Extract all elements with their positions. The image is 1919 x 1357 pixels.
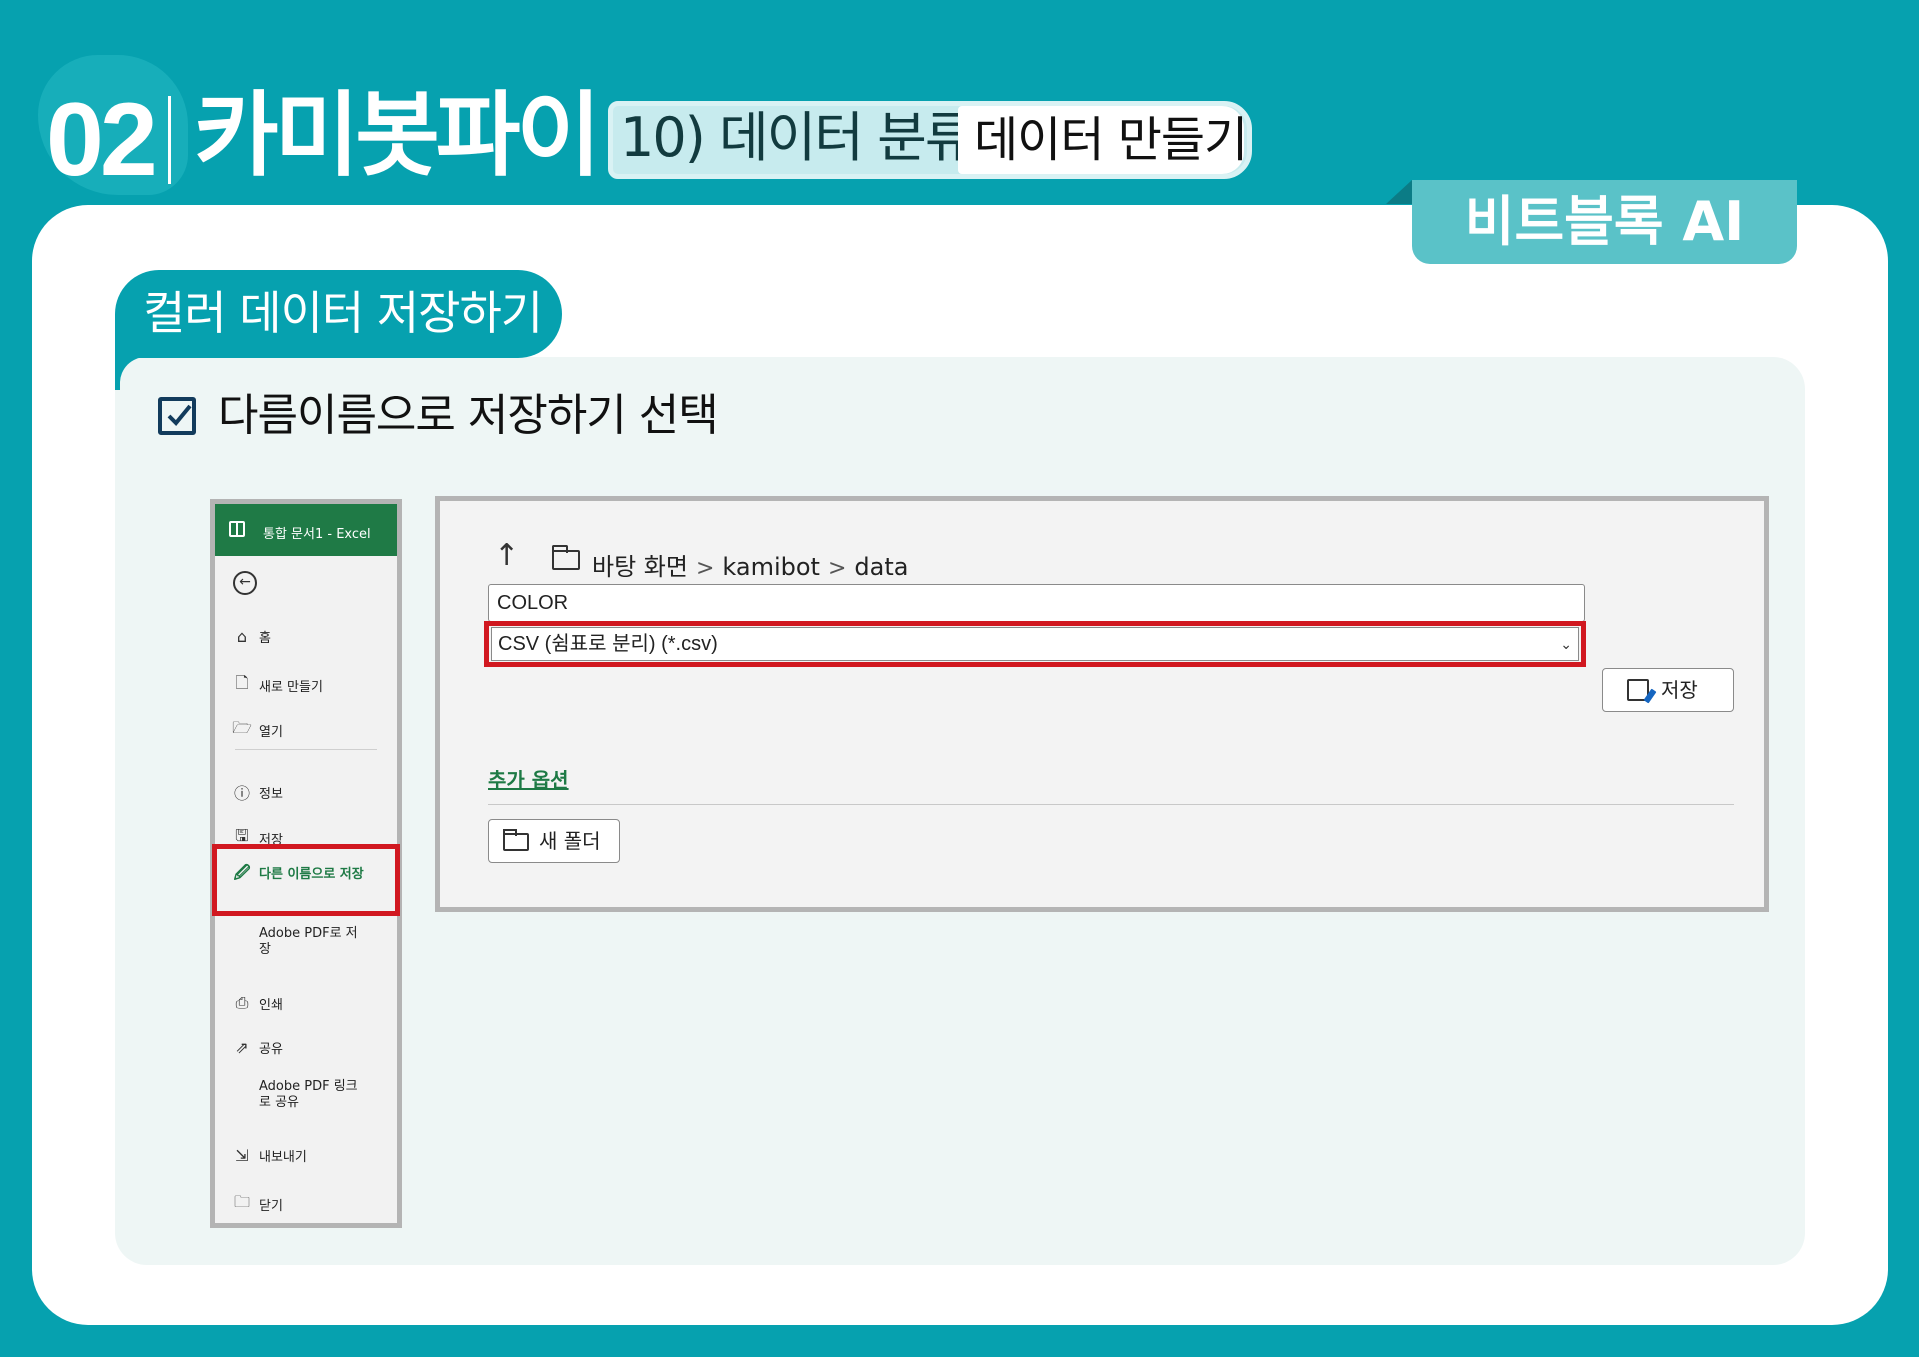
path-segment-data[interactable]: data	[854, 553, 908, 581]
checkbox-icon	[158, 397, 196, 435]
info-icon: ⓘ	[233, 784, 250, 803]
sidebar-item-label: 홈	[259, 631, 271, 646]
more-options-link[interactable]: 추가 옵션	[488, 764, 569, 793]
brand-label: 비트블록 AI	[1464, 190, 1745, 253]
path-segment-desktop[interactable]: 바탕 화면	[592, 553, 688, 581]
open-folder-icon: 🗁	[232, 718, 252, 737]
header-divider	[168, 96, 171, 184]
sidebar-item-print[interactable]: ⎙ 인쇄	[231, 993, 391, 1017]
workbook-icon	[229, 521, 245, 537]
sidebar-item-info[interactable]: ⓘ 정보	[231, 780, 391, 804]
filename-input[interactable]: COLOR	[488, 584, 1585, 622]
divider	[488, 804, 1734, 805]
save-icon	[1627, 679, 1649, 701]
save-button[interactable]: 저장	[1602, 668, 1734, 712]
back-arrow-icon[interactable]: ←	[233, 571, 257, 595]
sidebar-item-save-as[interactable]: 🖉 다른 이름으로 저장	[231, 862, 391, 886]
save-button-label: 저장	[1661, 678, 1698, 702]
path-separator: >	[827, 556, 847, 581]
sidebar-item-share-adobe-pdf-link[interactable]: Adobe PDF 링크로 공유	[231, 1079, 391, 1110]
sidebar-item-label: Adobe PDF 링크로 공유	[259, 1079, 358, 1111]
sidebar-item-close[interactable]: 🗀 닫기	[231, 1191, 391, 1215]
file-type-select[interactable]: CSV (쉼표로 분리) (*.csv) ⌄	[491, 627, 1579, 661]
folder-icon	[503, 829, 529, 851]
sidebar-item-label: 열기	[259, 725, 283, 740]
path-separator: >	[695, 556, 715, 581]
new-folder-label: 새 폴더	[539, 829, 601, 853]
sidebar-item-label: 다른 이름으로 저장	[259, 867, 364, 883]
breadcrumb-main: 10) 데이터 분류	[620, 106, 975, 169]
brand-tab-fold	[1386, 180, 1412, 204]
save-as-panel: ↑ 바탕 화면 > kamibot > data COLOR CSV (쉼표로 분리) …	[435, 496, 1769, 912]
chevron-down-icon: ⌄	[1560, 636, 1572, 652]
up-arrow-icon[interactable]: ↑	[494, 541, 519, 571]
new-folder-button[interactable]: 새 폴더	[488, 819, 620, 863]
sidebar-item-open[interactable]: 🗁 열기	[231, 717, 391, 741]
sidebar-item-label: 인쇄	[259, 997, 283, 1013]
sidebar-item-new[interactable]: 🗋 새로 만들기	[231, 672, 391, 696]
sidebar-divider	[235, 749, 377, 750]
sidebar-item-label: 닫기	[259, 1199, 283, 1214]
section-number: 02	[46, 82, 158, 198]
excel-window-title: 통합 문서1 - Excel	[263, 527, 371, 542]
new-file-icon: 🗋	[235, 673, 249, 692]
share-icon: ⇗	[235, 1038, 249, 1057]
file-type-value: CSV (쉼표로 분리) (*.csv)	[498, 633, 718, 655]
export-icon: ⇲	[235, 1146, 249, 1165]
sidebar-item-label: 새로 만들기	[259, 680, 323, 695]
highlight-box: CSV (쉼표로 분리) (*.csv) ⌄	[484, 621, 1586, 667]
close-folder-icon: 🗀	[233, 1192, 250, 1211]
sidebar-item-label: Adobe PDF로 저장	[259, 926, 358, 958]
excel-title-bar: 통합 문서1 - Excel	[215, 504, 397, 556]
sidebar-item-export[interactable]: ⇲ 내보내기	[231, 1146, 391, 1170]
sidebar-item-share[interactable]: ⇗ 공유	[231, 1038, 391, 1062]
breadcrumb-sub: 데이터 만들기	[974, 112, 1248, 168]
sidebar-item-label: 내보내기	[259, 1150, 307, 1165]
path-breadcrumb: 바탕 화면 > kamibot > data	[592, 547, 908, 582]
folder-icon	[552, 545, 580, 570]
page-title: 카미봇파이	[194, 82, 601, 189]
sidebar-item-label: 공유	[259, 1042, 283, 1057]
sidebar-item-save-adobe-pdf[interactable]: Adobe PDF로 저장	[231, 926, 391, 957]
step-instruction: 다름이름으로 저장하기 선택	[218, 390, 719, 441]
sidebar-item-home[interactable]: ⌂ 홈	[231, 627, 391, 651]
sidebar-item-label: 정보	[259, 786, 283, 802]
path-segment-kamibot[interactable]: kamibot	[722, 553, 820, 581]
section-title: 컬러 데이터 저장하기	[143, 286, 543, 340]
home-icon: ⌂	[236, 627, 248, 646]
save-as-icon: 🖉	[233, 863, 251, 882]
excel-backstage-sidebar: 통합 문서1 - Excel ← ⌂ 홈 🗋 새로 만들기 🗁 열기 ⓘ 정보 🖫 저장 …	[210, 499, 402, 1228]
print-icon: ⎙	[235, 993, 249, 1012]
